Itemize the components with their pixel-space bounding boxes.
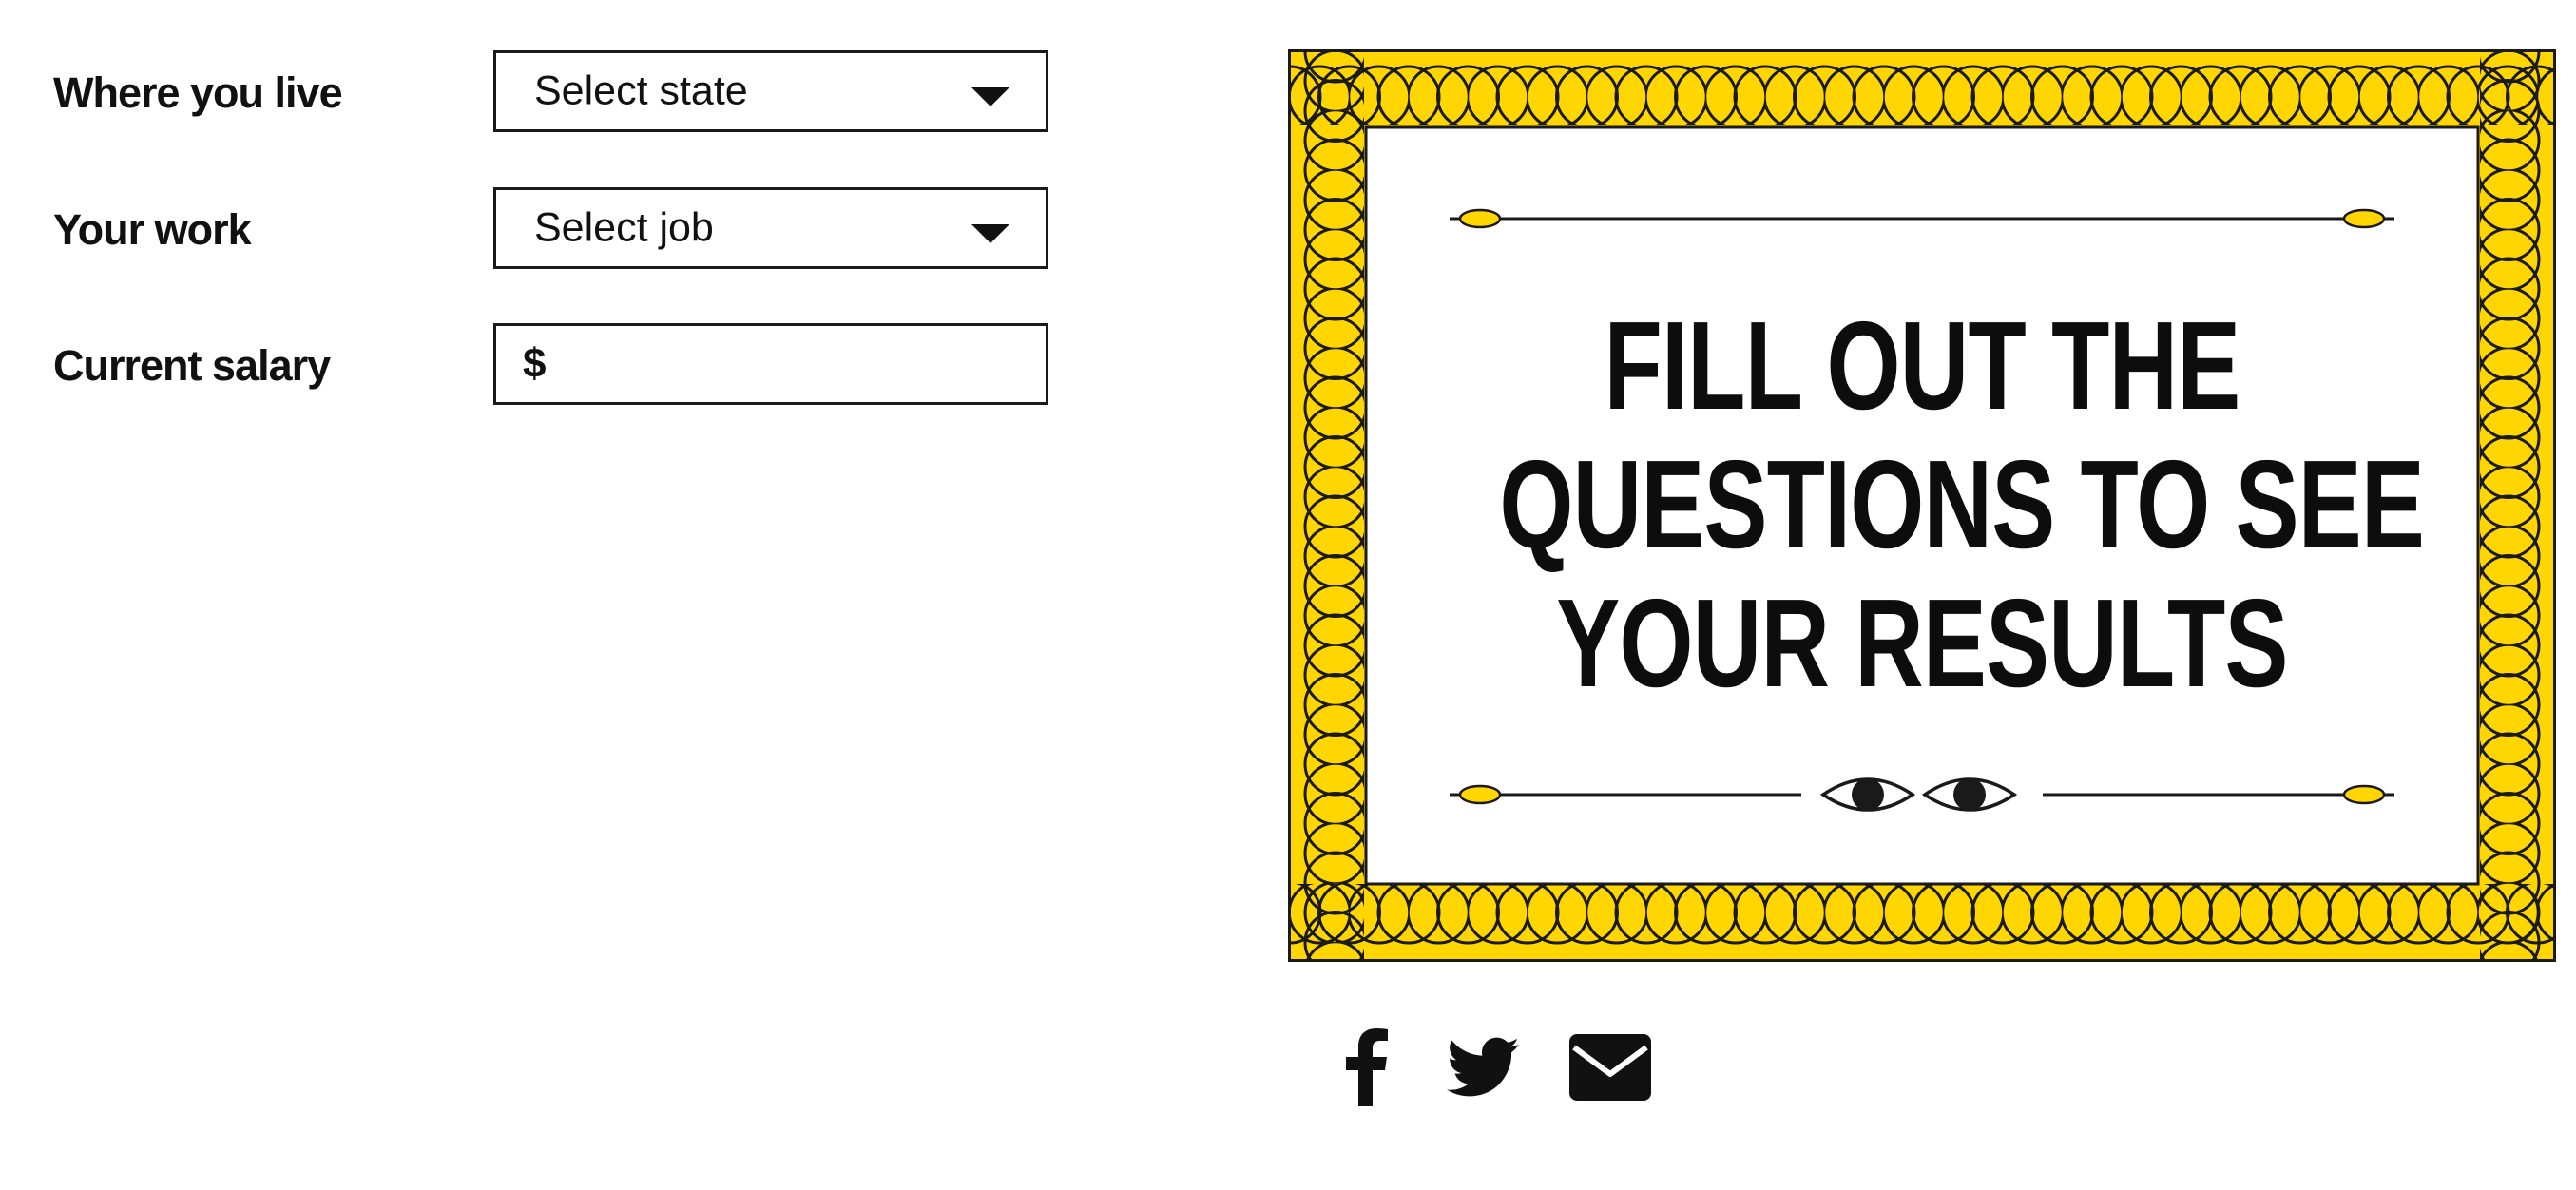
message-line: YOUR RESULTS <box>1556 573 2288 713</box>
chevron-down-icon <box>971 87 1009 106</box>
work-row: Your work Select job <box>53 187 1051 273</box>
facebook-icon <box>1346 1028 1388 1106</box>
salary-field[interactable]: $ <box>493 323 1048 405</box>
email-icon <box>1569 1034 1651 1101</box>
location-row: Where you live Select state <box>53 50 1051 136</box>
results-placeholder-message: FILL OUT THE QUESTIONS TO SEE YOUR RESUL… <box>1499 296 2425 713</box>
salary-row: Current salary $ <box>53 323 1051 409</box>
twitter-icon <box>1447 1037 1519 1097</box>
message-line: QUESTIONS TO SEE <box>1499 434 2425 574</box>
state-select[interactable]: Select state <box>493 50 1048 132</box>
dollar-sign-prefix: $ <box>523 340 547 387</box>
work-label: Your work <box>53 205 252 254</box>
job-select-value: Select job <box>534 204 714 251</box>
location-label: Where you live <box>53 68 343 117</box>
salary-input[interactable] <box>570 334 1027 394</box>
facebook-share-button[interactable] <box>1338 1025 1395 1110</box>
salary-label: Current salary <box>53 341 331 390</box>
chevron-down-icon <box>971 224 1009 243</box>
message-line: FILL OUT THE <box>1604 296 2241 435</box>
job-select[interactable]: Select job <box>493 187 1048 269</box>
email-share-button[interactable] <box>1568 1025 1652 1110</box>
state-select-value: Select state <box>534 67 748 114</box>
results-card: FILL OUT THE QUESTIONS TO SEE YOUR RESUL… <box>1288 49 2556 962</box>
twitter-share-button[interactable] <box>1443 1025 1523 1110</box>
